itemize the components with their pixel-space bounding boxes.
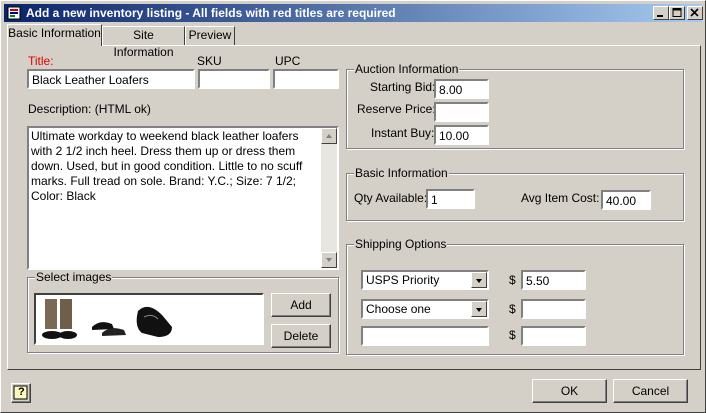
- starting-bid-input[interactable]: 8.00: [434, 79, 489, 99]
- tab-preview[interactable]: Preview: [185, 26, 235, 45]
- title-label: Title:: [28, 54, 54, 68]
- maximize-icon: [672, 8, 682, 17]
- add-image-button[interactable]: Add: [271, 293, 331, 317]
- description-scrollbar[interactable]: [321, 128, 337, 268]
- shipping-price-input-3[interactable]: [521, 326, 586, 346]
- shipping-price-input-1[interactable]: 5.50: [521, 270, 586, 290]
- reserve-price-input[interactable]: [434, 102, 489, 122]
- description-text: Ultimate workday to weekend black leathe…: [31, 129, 306, 203]
- sku-label: SKU: [197, 54, 222, 68]
- app-icon: [7, 6, 21, 20]
- dialog-window: Add a new inventory listing - All fields…: [0, 0, 706, 413]
- sku-input[interactable]: [198, 69, 270, 89]
- minimize-button[interactable]: [653, 6, 669, 20]
- dropdown-button[interactable]: [471, 301, 487, 317]
- chevron-down-icon: [476, 279, 482, 283]
- currency-symbol: $: [509, 328, 516, 342]
- instant-buy-label: Instant Buy:: [371, 126, 435, 140]
- maximize-button[interactable]: [669, 6, 685, 20]
- description-textarea[interactable]: Ultimate workday to weekend black leathe…: [27, 126, 339, 270]
- shipping-options-title: Shipping Options: [354, 237, 448, 251]
- tab-basic-information[interactable]: Basic Information: [7, 24, 102, 46]
- scroll-down-button[interactable]: [321, 252, 337, 268]
- close-button[interactable]: [687, 6, 703, 20]
- upc-label: UPC: [275, 54, 301, 68]
- delete-image-button[interactable]: Delete: [271, 324, 331, 348]
- title-bar[interactable]: Add a new inventory listing - All fields…: [4, 4, 702, 22]
- close-icon: [690, 8, 699, 17]
- qty-available-input[interactable]: 1: [426, 189, 475, 209]
- shipping-method-select-2[interactable]: Choose one: [361, 299, 489, 319]
- tab-label: Basic Information: [8, 26, 101, 40]
- upc-input[interactable]: [273, 69, 339, 89]
- auction-information-title: Auction Information: [354, 62, 460, 76]
- tab-site-information[interactable]: Site Information: [102, 26, 185, 59]
- avg-item-cost-label: Avg Item Cost:: [521, 191, 600, 205]
- instant-buy-input[interactable]: 10.00: [434, 125, 489, 145]
- arrow-up-icon: [326, 134, 332, 138]
- ok-button[interactable]: OK: [532, 379, 607, 403]
- shipping-method-value: Choose one: [366, 302, 431, 316]
- avg-item-cost-input[interactable]: 40.00: [601, 190, 651, 210]
- help-button[interactable]: ?: [11, 383, 31, 403]
- dropdown-button[interactable]: [471, 272, 487, 288]
- shipping-method-select-1[interactable]: USPS Priority: [361, 270, 489, 290]
- currency-symbol: $: [509, 273, 516, 287]
- qty-available-label: Qty Available:: [354, 191, 428, 205]
- image-thumbnails: [34, 293, 264, 345]
- starting-bid-label: Starting Bid:: [370, 80, 436, 94]
- currency-symbol: $: [509, 302, 516, 316]
- scroll-up-button[interactable]: [321, 128, 337, 144]
- shipping-method-value: USPS Priority: [366, 273, 440, 287]
- basic-information-title: Basic Information: [354, 166, 449, 180]
- shoe-thumbnails-icon[interactable]: [40, 297, 190, 343]
- tab-label: Preview: [188, 28, 232, 42]
- window-title: Add a new inventory listing - All fields…: [26, 6, 396, 20]
- help-label: ?: [18, 386, 25, 398]
- chevron-down-icon: [476, 308, 482, 312]
- title-input[interactable]: Black Leather Loafers: [27, 69, 195, 89]
- minimize-icon: [657, 15, 663, 17]
- cancel-button[interactable]: Cancel: [613, 379, 688, 403]
- select-images-title: Select images: [35, 270, 113, 284]
- shipping-price-input-2[interactable]: [521, 299, 586, 319]
- description-label: Description: (HTML ok): [28, 102, 151, 116]
- reserve-price-label: Reserve Price:: [357, 102, 436, 116]
- shipping-method-input-3[interactable]: [361, 326, 489, 346]
- arrow-down-icon: [326, 258, 332, 262]
